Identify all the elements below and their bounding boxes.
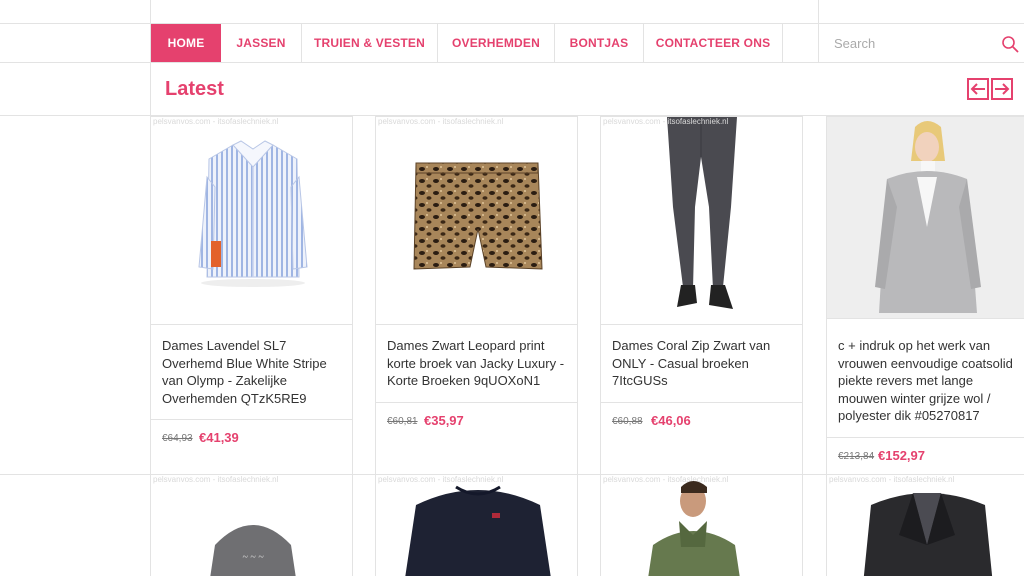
- product-card[interactable]: c + indruk op het werk van vrouwen eenvo…: [826, 116, 1024, 475]
- product-card[interactable]: pelsvanvos.com - itsofaslechniek.nl Dame…: [600, 116, 803, 475]
- product-grid: pelsvanvos.com - itsofaslechniek.nl Dame…: [0, 116, 1024, 576]
- watermark: pelsvanvos.com - itsofaslechniek.nl: [378, 117, 504, 126]
- product-title[interactable]: Dames Zwart Leopard print korte broek va…: [387, 337, 567, 390]
- watermark: pelsvanvos.com - itsofaslechniek.nl: [153, 117, 279, 126]
- product-image[interactable]: pelsvanvos.com - itsofaslechniek.nl: [151, 117, 352, 325]
- leopard-shorts-image: [413, 162, 543, 270]
- old-price: €213,84: [838, 451, 875, 462]
- product-card[interactable]: pelsvanvos.com - itsofaslechniek.nl ~ ~ …: [150, 475, 353, 576]
- arrow-left-icon: [970, 83, 985, 95]
- top-strip: [0, 0, 1024, 24]
- hoodie-print: ~ ~ ~: [242, 552, 264, 563]
- product-card[interactable]: pelsvanvos.com - itsofaslechniek.nl: [826, 475, 1024, 576]
- man-green-jacket-image: [648, 481, 740, 576]
- nav-item-home[interactable]: HOME: [151, 24, 221, 62]
- prev-button[interactable]: [967, 78, 989, 100]
- grey-jeans-legs-image: [667, 117, 737, 309]
- product-card[interactable]: pelsvanvos.com - itsofaslechniek.nl: [375, 475, 578, 576]
- current-price: €46,06: [651, 413, 691, 428]
- current-price: €35,97: [424, 413, 464, 428]
- old-price: €60,88: [612, 416, 643, 427]
- old-price: €64,93: [162, 433, 193, 444]
- nav-item-jassen[interactable]: JASSEN: [221, 24, 302, 62]
- arrow-right-icon: [995, 83, 1010, 95]
- section-title: Latest: [165, 78, 224, 100]
- section-header: Latest: [0, 63, 1024, 116]
- current-price: €152,97: [878, 448, 925, 463]
- nav-item-bontjas[interactable]: BONTJAS: [555, 24, 644, 62]
- search-box: [818, 24, 1024, 62]
- nav-item-contacteer-ons[interactable]: CONTACTEER ONS: [644, 24, 783, 62]
- product-image[interactable]: [827, 117, 1024, 319]
- main-nav: HOME JASSEN TRUIEN & VESTEN OVERHEMDEN B…: [0, 24, 1024, 63]
- product-image[interactable]: pelsvanvos.com - itsofaslechniek.nl: [601, 117, 802, 325]
- divider: [818, 0, 819, 24]
- price-bar: €213,84 €152,97: [827, 437, 1024, 477]
- product-card[interactable]: pelsvanvos.com - itsofaslechniek.nl Dame…: [150, 116, 353, 475]
- product-title[interactable]: Dames Coral Zip Zwart van ONLY - Casual …: [612, 337, 792, 390]
- current-price: €41,39: [199, 430, 239, 445]
- price-bar: €64,93 €41,39: [151, 419, 352, 459]
- blue-striped-shirt-image: [198, 140, 308, 287]
- woman-grey-coat-image: [827, 117, 1024, 318]
- divider: [150, 0, 151, 24]
- product-title[interactable]: Dames Lavendel SL7 Overhemd Blue White S…: [162, 337, 342, 407]
- price-bar: €60,81 €35,97: [376, 402, 577, 442]
- product-title[interactable]: c + indruk op het werk van vrouwen eenvo…: [838, 337, 1018, 425]
- watermark: pelsvanvos.com - itsofaslechniek.nl: [603, 117, 729, 126]
- product-card[interactable]: pelsvanvos.com - itsofaslechniek.nl Dame…: [375, 116, 578, 475]
- nav-item-overhemden[interactable]: OVERHEMDEN: [438, 24, 555, 62]
- search-input[interactable]: [819, 24, 999, 62]
- search-icon[interactable]: [1001, 35, 1019, 53]
- black-blazer-image: [863, 493, 993, 576]
- grey-hoodie-image: ~ ~ ~: [210, 525, 296, 576]
- product-image[interactable]: pelsvanvos.com - itsofaslechniek.nl: [376, 117, 577, 325]
- divider: [150, 63, 151, 116]
- product-card[interactable]: pelsvanvos.com - itsofaslechniek.nl: [600, 475, 803, 576]
- next-button[interactable]: [991, 78, 1013, 100]
- price-bar: €60,88 €46,06: [601, 402, 802, 442]
- navy-sweater-image: [405, 485, 551, 576]
- nav-item-truien-vesten[interactable]: TRUIEN & VESTEN: [302, 24, 438, 62]
- old-price: €60,81: [387, 416, 418, 427]
